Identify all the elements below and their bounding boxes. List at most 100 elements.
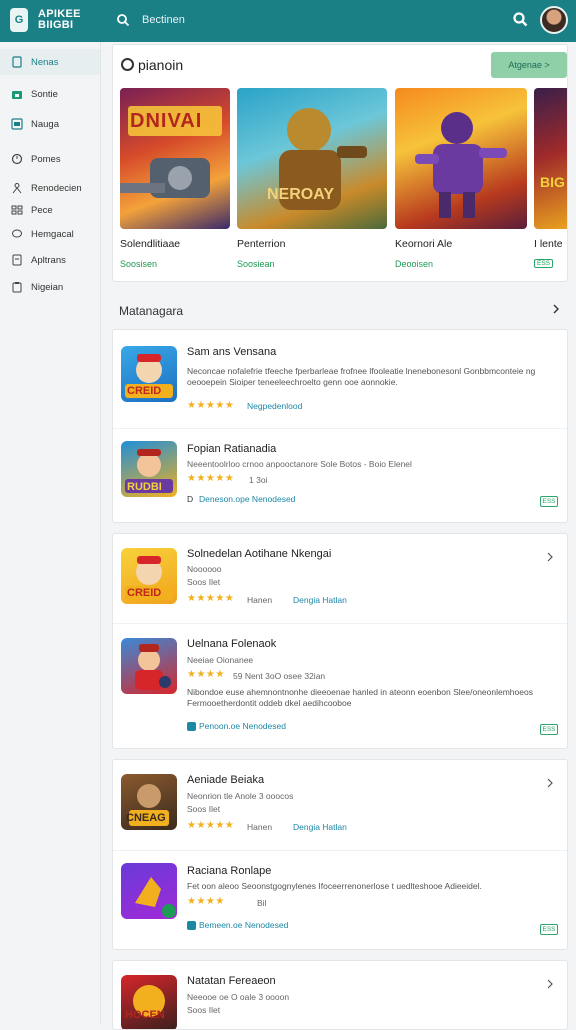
list-item[interactable]: CREID Solnedelan Aotihane Nkengai Nooooo… — [113, 534, 567, 623]
search-input[interactable]: Bectinen — [142, 14, 185, 26]
app-title: Solnedelan Aotihane Nkengai — [187, 548, 332, 560]
sidebar-item-label: Sontie — [31, 88, 58, 100]
list-item[interactable]: CNEAG Aeniade Beiaka Neonrion tle Anole … — [113, 760, 567, 850]
app-icon: CREID — [121, 548, 177, 604]
app-link[interactable]: Dengia Hatlan — [293, 822, 347, 832]
rating-stars: ★★★★ — [187, 669, 225, 680]
app-icon-text: RUDBI — [127, 481, 162, 493]
rating-stars: ★★★★★ — [187, 400, 235, 411]
rating-stars: ★★★★★ — [187, 820, 235, 831]
game-art-graphic — [279, 108, 367, 210]
chat-icon — [12, 229, 22, 238]
app-icon: CNEAG — [121, 774, 177, 830]
sidebar-item-sontie[interactable]: Sontie — [0, 81, 100, 107]
featured-more-button[interactable]: Atgenae > — [491, 52, 567, 78]
app-description: Fet oon aleoo Seoonstgognylenes Ifoceerr… — [187, 881, 482, 891]
featured-card-price: Soosiean — [237, 259, 275, 269]
sidebar-item-label: Pece — [31, 204, 53, 216]
app-subtitle: Neonrion tle Anole 3 ooocos — [187, 791, 294, 801]
app-link[interactable]: Negpedenlood — [247, 401, 302, 411]
sidebar-item-apltrans[interactable]: Apltrans — [0, 247, 100, 273]
section-title: Matanagara — [119, 304, 184, 318]
app-title: Natatan Fereaeon — [187, 975, 276, 987]
app-icon: CREID — [121, 346, 177, 402]
app-logo-icon[interactable]: G — [10, 8, 28, 32]
sidebar-item-pomes[interactable]: Pomes — [0, 146, 100, 172]
list-item[interactable]: CREID Sam ans Vensana Neconcae nofalefri… — [113, 330, 567, 428]
game-art: NEROAY — [237, 88, 387, 229]
list-item[interactable]: HOCEN Natatan Fereaeon Neeooe oe O oale … — [113, 961, 567, 1029]
sidebar-item-pece[interactable]: Pece — [0, 197, 100, 223]
app-list-panel: HOCEN Natatan Fereaeon Neeooe oe O oale … — [112, 960, 568, 1030]
rating-stars: ★★★★★ — [187, 473, 235, 484]
game-art-graphic — [415, 112, 507, 218]
app-icon — [121, 863, 177, 919]
brand-name: APIKEE BIIGBI — [38, 9, 81, 31]
list-item[interactable]: Uelnana Folenaok Neeiae Oionanee ★★★★ 59… — [113, 624, 567, 748]
search-icon[interactable] — [116, 13, 130, 27]
brand-line-2: BIIGBI — [38, 19, 74, 31]
app-link[interactable]: Dengia Hatlan — [293, 595, 347, 605]
app-icon-text: HOCEN — [125, 1009, 165, 1021]
rating-stars: ★★★★ — [187, 896, 225, 907]
app-icon-graphic — [135, 644, 171, 690]
app-description: Nibondoe euse ahemnontnonhe dieeoenae ha… — [187, 687, 533, 708]
app-link[interactable]: Penoon.oe Nenodesed — [199, 721, 286, 731]
featured-card-price: Soosisen — [120, 259, 158, 269]
app-title: Fopian Ratianadia — [187, 443, 277, 455]
top-bar: G APIKEE BIIGBI Bectinen — [0, 0, 576, 42]
sidebar-item-label: Renodecien — [31, 182, 82, 194]
featured-card-name: Solendlitiaae — [120, 238, 181, 250]
app-meta: Soos Ilet — [187, 577, 221, 587]
rating-count: Bil — [257, 898, 267, 908]
featured-card-name: Keornori Ale — [395, 238, 453, 250]
game-art: BIG — [534, 88, 567, 229]
featured-card[interactable]: NEROAY Penterrion Soosiean — [237, 88, 387, 269]
app-subtitle: Neeentoolrloo crnoo anpooctanore Sole Bo… — [187, 459, 412, 469]
chevron-right-icon[interactable] — [545, 550, 555, 562]
featured-section: pianoin Atgenae > DNIVAI Solendlitiaae S… — [112, 44, 568, 282]
app-link[interactable]: Bemeen.oe Nenodesed — [199, 920, 288, 930]
status-badge: ESS — [540, 496, 558, 507]
featured-card[interactable]: DNIVAI Solendlitiaae Soosisen — [120, 88, 230, 269]
chevron-right-icon[interactable] — [551, 303, 561, 315]
list-item[interactable]: RUDBI Fopian Ratianadia Neeentoolrloo cr… — [113, 429, 567, 522]
logo-glyph: G — [14, 14, 24, 26]
chevron-right-icon[interactable] — [545, 776, 555, 788]
game-art: DNIVAI — [120, 88, 230, 229]
sidebar-item-nauga[interactable]: Nauga — [0, 111, 100, 137]
chevron-right-icon[interactable] — [545, 977, 555, 989]
check-icon — [187, 722, 196, 731]
status-badge: ESS — [540, 924, 558, 935]
rating-stars: ★★★★★ — [187, 593, 235, 604]
check-icon — [187, 921, 196, 930]
rating-label: Hanen — [247, 822, 273, 832]
featured-card-name: Penterrion — [237, 238, 286, 250]
person-icon — [12, 183, 22, 194]
featured-title: pianoin — [121, 57, 183, 73]
sidebar-item-label: Nenas — [31, 56, 59, 68]
app-meta: Soos Ilet — [187, 804, 221, 814]
sidebar: Nenas Sontie Nauga Pomes Renodecien Pece… — [0, 42, 101, 1024]
app-icon-graphic — [133, 985, 165, 1017]
sidebar-item-hemgacal[interactable]: Hemgacal — [0, 221, 100, 247]
app-link[interactable]: Deneson.ope Nenodesed — [199, 494, 295, 504]
sidebar-item-nenas[interactable]: Nenas — [0, 49, 100, 75]
search-icon — [121, 58, 134, 71]
app-icon-text: CREID — [127, 587, 162, 599]
app-list-panel: CNEAG Aeniade Beiaka Neonrion tle Anole … — [112, 759, 568, 950]
app-subtitle: Neeiae Oionanee — [187, 655, 254, 665]
game-art-text: DNIVAI — [130, 110, 203, 132]
list-item[interactable]: Raciana Ronlape Fet oon aleoo Seoonstgog… — [113, 851, 567, 949]
sidebar-item-label: Nigeian — [31, 281, 64, 293]
app-meta: Soos Ilet — [187, 1005, 221, 1015]
app-icon-text: CNEAG — [126, 812, 166, 824]
avatar[interactable] — [540, 6, 568, 34]
app-link-prefix: D — [187, 494, 194, 504]
featured-card[interactable]: Keornori Ale Deooisen — [395, 88, 527, 269]
app-title: Sam ans Vensana — [187, 346, 277, 358]
sidebar-item-nigeian[interactable]: Nigeian — [0, 274, 100, 300]
featured-card[interactable]: BIG I lente ESS — [534, 88, 567, 268]
search-button-icon[interactable] — [512, 11, 528, 27]
rating-count: 59 Nent 3oO osee 32ian — [233, 671, 326, 681]
